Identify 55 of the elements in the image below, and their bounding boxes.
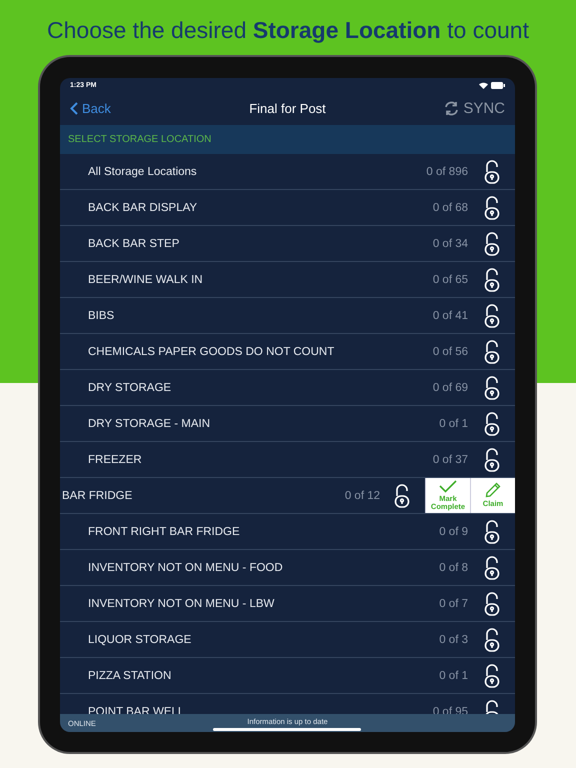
location-name: BEER/WINE WALK IN (88, 274, 204, 286)
refresh-icon (444, 101, 460, 116)
item-count: 0 of 896 (426, 166, 468, 178)
item-count: 0 of 34 (432, 238, 468, 250)
item-count: 0 of 69 (432, 382, 468, 394)
location-name: LIQUOR STORAGE (88, 634, 192, 646)
location-name: FRONT RIGHT BAR FRIDGE (88, 526, 241, 538)
padlock-icon[interactable] (484, 268, 500, 292)
padlock-icon[interactable] (484, 304, 500, 328)
padlock-icon[interactable] (484, 232, 500, 256)
item-count: 0 of 37 (432, 454, 468, 466)
location-name: CHEMICALS PAPER GOODS DO NOT COUNT (88, 346, 336, 358)
item-count: 0 of 9 (439, 526, 468, 538)
item-count: 0 of 12 (344, 490, 380, 502)
location-name: All Storage Locations (88, 166, 198, 178)
location-name: BAR FRIDGE (62, 490, 134, 502)
padlock-icon[interactable] (484, 340, 500, 364)
padlock-icon[interactable] (484, 448, 500, 472)
padlock-icon[interactable] (484, 664, 500, 688)
padlock-icon[interactable] (484, 376, 500, 400)
item-count: 0 of 65 (432, 274, 468, 286)
padlock-icon[interactable] (484, 628, 500, 652)
padlock-icon[interactable] (484, 592, 500, 616)
location-name: DRY STORAGE - MAIN (88, 418, 212, 430)
location-name: INVENTORY NOT ON MENU - LBW (88, 598, 276, 610)
item-count: 0 of 68 (432, 202, 468, 214)
item-count: 0 of 1 (439, 670, 468, 682)
item-count: 0 of 41 (432, 310, 468, 322)
section-title: SELECT STORAGE LOCATION (68, 134, 212, 145)
location-name: BACK BAR STEP (88, 238, 180, 250)
location-name: PIZZA STATION (88, 670, 172, 682)
location-name: BACK BAR DISPLAY (88, 202, 198, 214)
back-button[interactable]: Back (70, 101, 111, 116)
screen-title: Final for Post (249, 101, 326, 116)
wifi-icon (479, 82, 488, 88)
padlock-icon[interactable] (484, 556, 500, 580)
item-count: 0 of 3 (439, 634, 468, 646)
item-count: 0 of 8 (439, 562, 468, 574)
sync-button[interactable]: SYNC (444, 100, 505, 117)
padlock-icon[interactable] (484, 196, 500, 220)
location-name: FREEZER (88, 454, 143, 466)
item-count: 0 of 7 (439, 598, 468, 610)
chevron-left-icon (70, 102, 78, 115)
battery-icon (491, 82, 505, 88)
pencil-icon (485, 482, 501, 498)
padlock-icon[interactable] (484, 520, 500, 544)
padlock-icon[interactable] (394, 484, 410, 508)
location-name: BIBS (88, 310, 116, 322)
item-count: 0 of 1 (439, 418, 468, 430)
padlock-icon[interactable] (484, 160, 500, 184)
padlock-icon[interactable] (484, 412, 500, 436)
item-count: 0 of 56 (432, 346, 468, 358)
checkmark-icon (439, 480, 457, 493)
location-name: INVENTORY NOT ON MENU - FOOD (88, 562, 284, 574)
location-name: DRY STORAGE (88, 382, 172, 394)
